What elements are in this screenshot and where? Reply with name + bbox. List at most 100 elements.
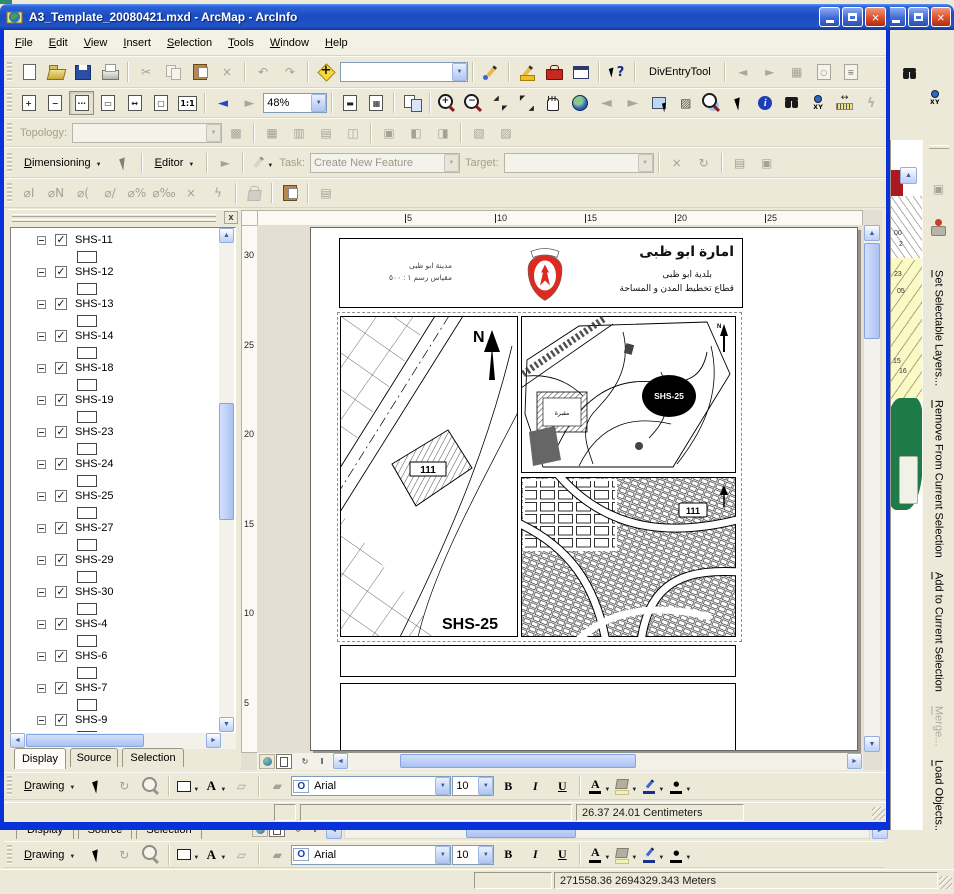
- layer-checkbox[interactable]: ✓: [55, 522, 67, 534]
- dim-paste-button[interactable]: [277, 181, 303, 205]
- zoom-percent-combo[interactable]: 48%▼: [263, 93, 327, 113]
- font-combo[interactable]: OArial▼: [291, 776, 451, 796]
- collapse-icon[interactable]: [37, 300, 46, 309]
- fill-color-button[interactable]: [612, 843, 638, 867]
- map-hscroll-left-button[interactable]: ◄: [333, 753, 348, 769]
- fixed-zoom-in-button[interactable]: [488, 91, 513, 115]
- overview-map-frame[interactable]: مقبرة SHS-25 N: [521, 316, 736, 473]
- polygon-symbol[interactable]: [77, 411, 97, 423]
- text-tool-dropdown-arrow-icon[interactable]: [220, 779, 226, 794]
- diventrytool-button[interactable]: DivEntryTool: [640, 61, 720, 83]
- polygon-symbol[interactable]: [77, 667, 97, 679]
- open-button[interactable]: [43, 60, 69, 84]
- data-view-button[interactable]: [259, 754, 275, 769]
- fill-color-dropdown-arrow-icon[interactable]: [631, 847, 637, 862]
- toc-hscroll-thumb[interactable]: [26, 734, 144, 747]
- print-button[interactable]: [97, 60, 123, 84]
- layer-name[interactable]: SHS-19: [75, 394, 114, 406]
- zoom-selected-button[interactable]: [700, 91, 725, 115]
- refresh-view-button[interactable]: ↻: [297, 754, 313, 769]
- underline-button[interactable]: U: [549, 843, 575, 867]
- collapse-icon[interactable]: [37, 492, 46, 501]
- collapse-icon[interactable]: [37, 460, 46, 469]
- change-layout-button[interactable]: [399, 91, 424, 115]
- collapse-icon[interactable]: [37, 396, 46, 405]
- zoom-whole-button[interactable]: [95, 91, 120, 115]
- page-zoom-in-button[interactable]: [16, 91, 41, 115]
- scale-combo[interactable]: ▼: [340, 62, 468, 82]
- back-resize-grip[interactable]: [939, 876, 952, 889]
- layer-name[interactable]: SHS-14: [75, 330, 114, 342]
- vertical-toolbar-grip[interactable]: [929, 145, 949, 149]
- back-scroll-thumb[interactable]: [899, 456, 918, 504]
- title-block[interactable]: امارة ابو ظبى بلدية ابو ظبى قطاع تخطيط ا…: [339, 238, 743, 308]
- close-button[interactable]: ×: [865, 7, 886, 27]
- toc-header[interactable]: x: [8, 209, 238, 226]
- vmenu-remove-from-current-selection[interactable]: Remove From Current Selection: [933, 400, 945, 558]
- font-size-combo-arrow-icon[interactable]: ▼: [478, 777, 493, 795]
- collapse-icon[interactable]: [37, 524, 46, 533]
- toggle-draft-button[interactable]: [337, 91, 362, 115]
- polygon-symbol[interactable]: [77, 347, 97, 359]
- toolbar-grip[interactable]: [7, 123, 12, 143]
- vmenu-add-to-current-selection[interactable]: Add to Current Selection: [933, 572, 945, 692]
- collapse-icon[interactable]: [37, 684, 46, 693]
- font-combo-arrow-icon[interactable]: ▼: [435, 846, 450, 864]
- toolbar-grip[interactable]: [7, 183, 12, 203]
- menu-file[interactable]: File: [8, 34, 40, 52]
- zoom-out-button[interactable]: [461, 91, 486, 115]
- tab-source[interactable]: Source: [70, 748, 118, 767]
- back-scroll-up-button[interactable]: ▲: [900, 167, 917, 184]
- italic-button[interactable]: I: [522, 774, 548, 798]
- back-maximize-button[interactable]: [908, 7, 928, 27]
- map-scroll-up-button[interactable]: ▲: [864, 225, 880, 241]
- marker-color-dropdown-arrow-icon[interactable]: [685, 847, 691, 862]
- layer-checkbox[interactable]: ✓: [55, 650, 67, 662]
- menu-tools[interactable]: Tools: [221, 34, 261, 52]
- layout-canvas[interactable]: امارة ابو ظبى بلدية ابو ظبى قطاع تخطيط ا…: [257, 225, 863, 753]
- select-features-button[interactable]: [647, 91, 672, 115]
- menu-insert[interactable]: Insert: [116, 34, 158, 52]
- back-close-button[interactable]: ×: [931, 7, 951, 27]
- layer-name[interactable]: SHS-11: [75, 234, 113, 246]
- polygon-symbol[interactable]: [77, 507, 97, 519]
- layer-name[interactable]: SHS-29: [75, 554, 114, 566]
- map-scroll-thumb[interactable]: [864, 243, 880, 339]
- polygon-symbol[interactable]: [77, 283, 97, 295]
- command-window-button[interactable]: [568, 60, 594, 84]
- polygon-symbol[interactable]: [77, 379, 97, 391]
- urban-map-frame[interactable]: 111: [521, 477, 736, 637]
- map-page[interactable]: امارة ابو ظبى بلدية ابو ظبى قطاع تخطيط ا…: [310, 227, 858, 751]
- go-to-xy-button[interactable]: [805, 91, 830, 115]
- layer-name[interactable]: SHS-24: [75, 458, 114, 470]
- tab-display[interactable]: Display: [14, 748, 66, 769]
- help-button[interactable]: [604, 60, 630, 84]
- font-color-button[interactable]: [585, 774, 611, 798]
- bold-button[interactable]: B: [495, 774, 521, 798]
- detail-map-frame[interactable]: 111 N SHS-25: [340, 316, 518, 637]
- back-find-button[interactable]: [896, 62, 922, 86]
- layer-checkbox[interactable]: ✓: [55, 234, 67, 246]
- font-size-combo[interactable]: 10▼: [452, 776, 494, 796]
- select-elements2-button[interactable]: [84, 774, 110, 798]
- line-color-button[interactable]: [639, 774, 665, 798]
- toc-close-button[interactable]: x: [224, 211, 238, 224]
- collapse-icon[interactable]: [37, 716, 46, 725]
- font-combo[interactable]: OArial▼: [291, 845, 451, 865]
- toolbar-grip[interactable]: [7, 845, 12, 865]
- toc-grip[interactable]: [12, 214, 216, 217]
- toolbox-button[interactable]: [541, 60, 567, 84]
- layer-name[interactable]: SHS-12: [75, 266, 114, 278]
- layer-checkbox[interactable]: ✓: [55, 266, 67, 278]
- layer-checkbox[interactable]: ✓: [55, 586, 67, 598]
- marker-color-button[interactable]: [666, 843, 692, 867]
- layer-checkbox[interactable]: ✓: [55, 394, 67, 406]
- collapse-icon[interactable]: [37, 236, 46, 245]
- full-extent-button[interactable]: [567, 91, 592, 115]
- rect-tool-button[interactable]: [174, 843, 200, 867]
- underline-button[interactable]: U: [549, 774, 575, 798]
- extent-back-button[interactable]: [210, 91, 235, 115]
- layer-checkbox[interactable]: ✓: [55, 426, 67, 438]
- layer-name[interactable]: SHS-18: [75, 362, 114, 374]
- menu-window[interactable]: Window: [263, 34, 316, 52]
